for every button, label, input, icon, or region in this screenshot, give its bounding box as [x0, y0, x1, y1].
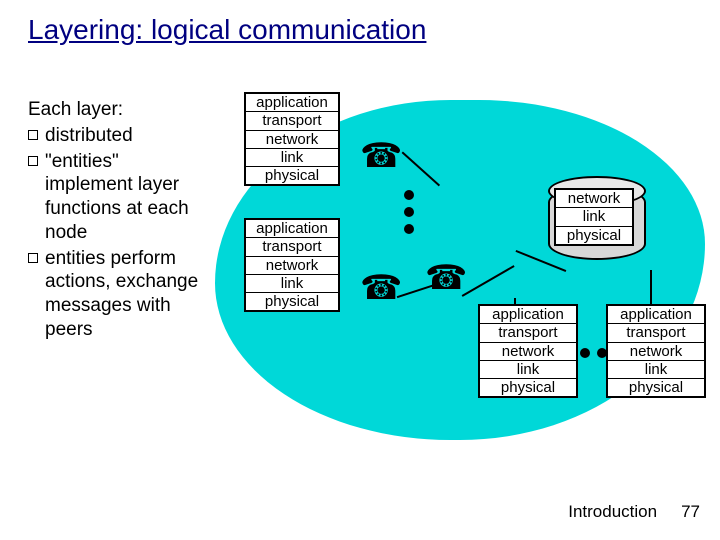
layer-label: network — [608, 343, 704, 361]
layer-label: link — [480, 361, 576, 379]
layer-label: network — [556, 190, 632, 208]
layer-label: link — [556, 208, 632, 226]
layer-label: link — [246, 149, 338, 167]
layer-label: network — [246, 131, 338, 149]
slide-footer: Introduction 77 — [568, 502, 700, 522]
phone-icon: ☎ — [360, 268, 402, 308]
footer-section: Introduction — [568, 502, 657, 522]
bullet-list: Each layer: distributed "entities" imple… — [28, 98, 208, 344]
layer-label: network — [246, 257, 338, 275]
slide-title: Layering: logical communication — [28, 14, 426, 46]
link-dots — [580, 348, 607, 358]
layer-label: physical — [246, 293, 338, 310]
protocol-stack-host-d: application transport network link physi… — [606, 304, 706, 398]
phone-icon: ☎ — [360, 136, 402, 176]
bullet-item: distributed — [28, 124, 208, 148]
bullet-marker — [28, 253, 38, 263]
layer-label: physical — [246, 167, 338, 184]
layer-label: physical — [608, 379, 704, 396]
bullet-text: entities perform actions, exchange messa… — [45, 247, 208, 342]
connector-line — [650, 270, 652, 306]
bullet-text: distributed — [45, 124, 133, 148]
bullet-marker — [28, 156, 38, 166]
bullet-text: "entities" implement layer functions at … — [45, 150, 208, 245]
bullet-marker — [28, 130, 38, 140]
layer-label: application — [246, 220, 338, 238]
bullet-item: entities perform actions, exchange messa… — [28, 247, 208, 342]
layer-label: network — [480, 343, 576, 361]
layer-label: link — [608, 361, 704, 379]
layer-label: physical — [480, 379, 576, 396]
layer-label: transport — [246, 112, 338, 130]
layer-label: link — [246, 275, 338, 293]
protocol-stack-router: network link physical — [554, 188, 634, 246]
bullet-item: "entities" implement layer functions at … — [28, 150, 208, 245]
layer-label: application — [480, 306, 576, 324]
protocol-stack-host-b: application transport network link physi… — [244, 218, 340, 312]
layer-label: transport — [246, 238, 338, 256]
bullet-lead: Each layer: — [28, 98, 208, 122]
layer-label: application — [246, 94, 338, 112]
protocol-stack-host-a: application transport network link physi… — [244, 92, 340, 186]
phone-icon: ☎ — [425, 258, 467, 298]
layer-label: transport — [608, 324, 704, 342]
footer-page: 77 — [681, 502, 700, 522]
protocol-stack-host-c: application transport network link physi… — [478, 304, 578, 398]
layer-label: transport — [480, 324, 576, 342]
link-dots — [404, 190, 414, 234]
layer-label: application — [608, 306, 704, 324]
layer-label: physical — [556, 227, 632, 244]
